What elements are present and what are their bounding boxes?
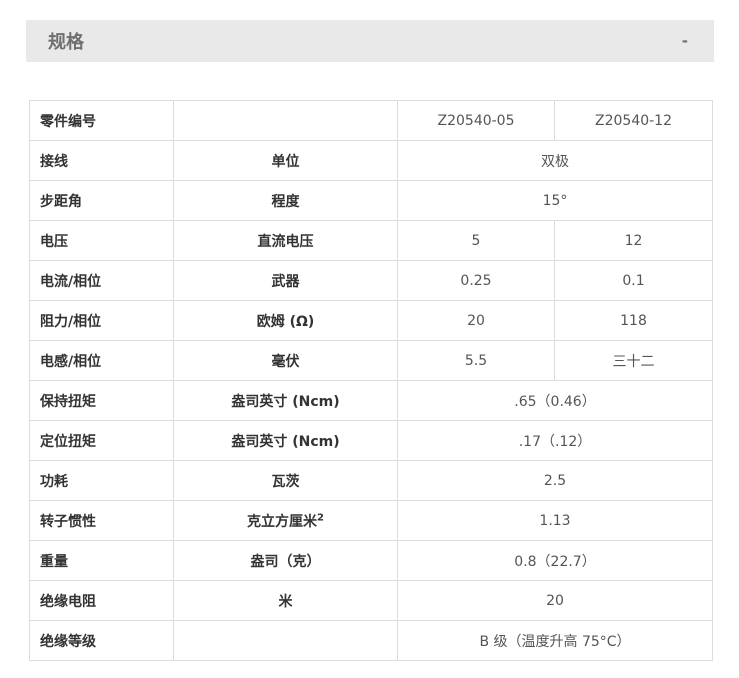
unit-text: 盎司英寸 (Ncm) xyxy=(231,393,340,410)
row-value: 20 xyxy=(397,300,555,341)
table-row-part-number: 零件编号 Z20540-05 Z20540-12 xyxy=(29,100,713,141)
row-value: 2.5 xyxy=(397,460,713,501)
row-unit xyxy=(173,100,398,141)
row-value: 15° xyxy=(397,180,713,221)
row-label: 电流/相位 xyxy=(29,260,174,301)
row-unit: 毫伏 xyxy=(173,340,398,381)
table-row: 电感/相位 毫伏 5.5 三十二 xyxy=(29,340,713,381)
specs-table: 零件编号 Z20540-05 Z20540-12 接线 单位 双极 步距角 程度 15° 电… xyxy=(29,100,713,661)
table-row: 绝缘电阻 米 20 xyxy=(29,580,713,621)
unit-superscript: 2 xyxy=(317,511,324,523)
row-label: 电压 xyxy=(29,220,174,261)
row-value: 双极 xyxy=(397,140,713,181)
unit-text: 欧姆 (Ω) xyxy=(256,313,315,330)
section-title: 规格 xyxy=(48,32,84,53)
row-unit: 直流电压 xyxy=(173,220,398,261)
row-label: 保持扭矩 xyxy=(29,380,174,421)
unit-text: 程度 xyxy=(271,193,300,210)
row-label: 电感/相位 xyxy=(29,340,174,381)
table-row: 电流/相位 武器 0.25 0.1 xyxy=(29,260,713,301)
table-row: 步距角 程度 15° xyxy=(29,180,713,221)
row-value: 1.13 xyxy=(397,500,713,541)
row-label: 绝缘等级 xyxy=(29,620,174,661)
row-label: 接线 xyxy=(29,140,174,181)
table-row: 重量 盎司（克） 0.8（22.7） xyxy=(29,540,713,581)
row-value: 0.1 xyxy=(554,260,713,301)
row-value: 118 xyxy=(554,300,713,341)
table-row: 功耗 瓦茨 2.5 xyxy=(29,460,713,501)
unit-text: 盎司英寸 (Ncm) xyxy=(231,433,340,450)
row-value: 5.5 xyxy=(397,340,555,381)
row-unit: 克立方厘米2 xyxy=(173,500,398,541)
row-unit: 瓦茨 xyxy=(173,460,398,501)
unit-text: 瓦茨 xyxy=(271,473,300,490)
row-unit: 盎司（克） xyxy=(173,540,398,581)
row-label: 功耗 xyxy=(29,460,174,501)
row-unit: 欧姆 (Ω) xyxy=(173,300,398,341)
table-row: 接线 单位 双极 xyxy=(29,140,713,181)
table-row: 保持扭矩 盎司英寸 (Ncm) .65（0.46） xyxy=(29,380,713,421)
table-row: 电压 直流电压 5 12 xyxy=(29,220,713,261)
collapse-toggle-icon[interactable]: - xyxy=(682,32,688,50)
table-row: 阻力/相位 欧姆 (Ω) 20 118 xyxy=(29,300,713,341)
row-label: 绝缘电阻 xyxy=(29,580,174,621)
model-number: Z20540-12 xyxy=(554,100,713,141)
model-number: Z20540-05 xyxy=(397,100,555,141)
row-unit: 盎司英寸 (Ncm) xyxy=(173,420,398,461)
row-unit: 米 xyxy=(173,580,398,621)
table-row: 绝缘等级 B 级（温度升高 75°C） xyxy=(29,620,713,661)
unit-text: 单位 xyxy=(271,153,300,170)
unit-text: 米 xyxy=(278,593,293,610)
row-unit: 单位 xyxy=(173,140,398,181)
row-label: 步距角 xyxy=(29,180,174,221)
table-row: 定位扭矩 盎司英寸 (Ncm) .17（.12） xyxy=(29,420,713,461)
row-label: 转子惯性 xyxy=(29,500,174,541)
row-unit xyxy=(173,620,398,661)
row-label: 零件编号 xyxy=(29,100,174,141)
unit-text: 毫伏 xyxy=(271,353,300,370)
row-value: .17（.12） xyxy=(397,420,713,461)
row-label: 阻力/相位 xyxy=(29,300,174,341)
unit-text: 武器 xyxy=(271,273,300,290)
row-label: 重量 xyxy=(29,540,174,581)
row-unit: 盎司英寸 (Ncm) xyxy=(173,380,398,421)
row-value: 0.8（22.7） xyxy=(397,540,713,581)
specs-section-header[interactable]: 规格 - xyxy=(26,20,714,62)
row-unit: 武器 xyxy=(173,260,398,301)
unit-text: 克立方厘米 xyxy=(247,513,318,530)
table-row: 转子惯性 克立方厘米2 1.13 xyxy=(29,500,713,541)
row-value: B 级（温度升高 75°C） xyxy=(397,620,713,661)
row-value: 5 xyxy=(397,220,555,261)
row-value: 0.25 xyxy=(397,260,555,301)
unit-text: 盎司（克） xyxy=(250,553,321,570)
row-value: 三十二 xyxy=(554,340,713,381)
row-value: 12 xyxy=(554,220,713,261)
row-unit: 程度 xyxy=(173,180,398,221)
row-label: 定位扭矩 xyxy=(29,420,174,461)
row-value: 20 xyxy=(397,580,713,621)
unit-text: 直流电压 xyxy=(257,233,314,250)
row-value: .65（0.46） xyxy=(397,380,713,421)
